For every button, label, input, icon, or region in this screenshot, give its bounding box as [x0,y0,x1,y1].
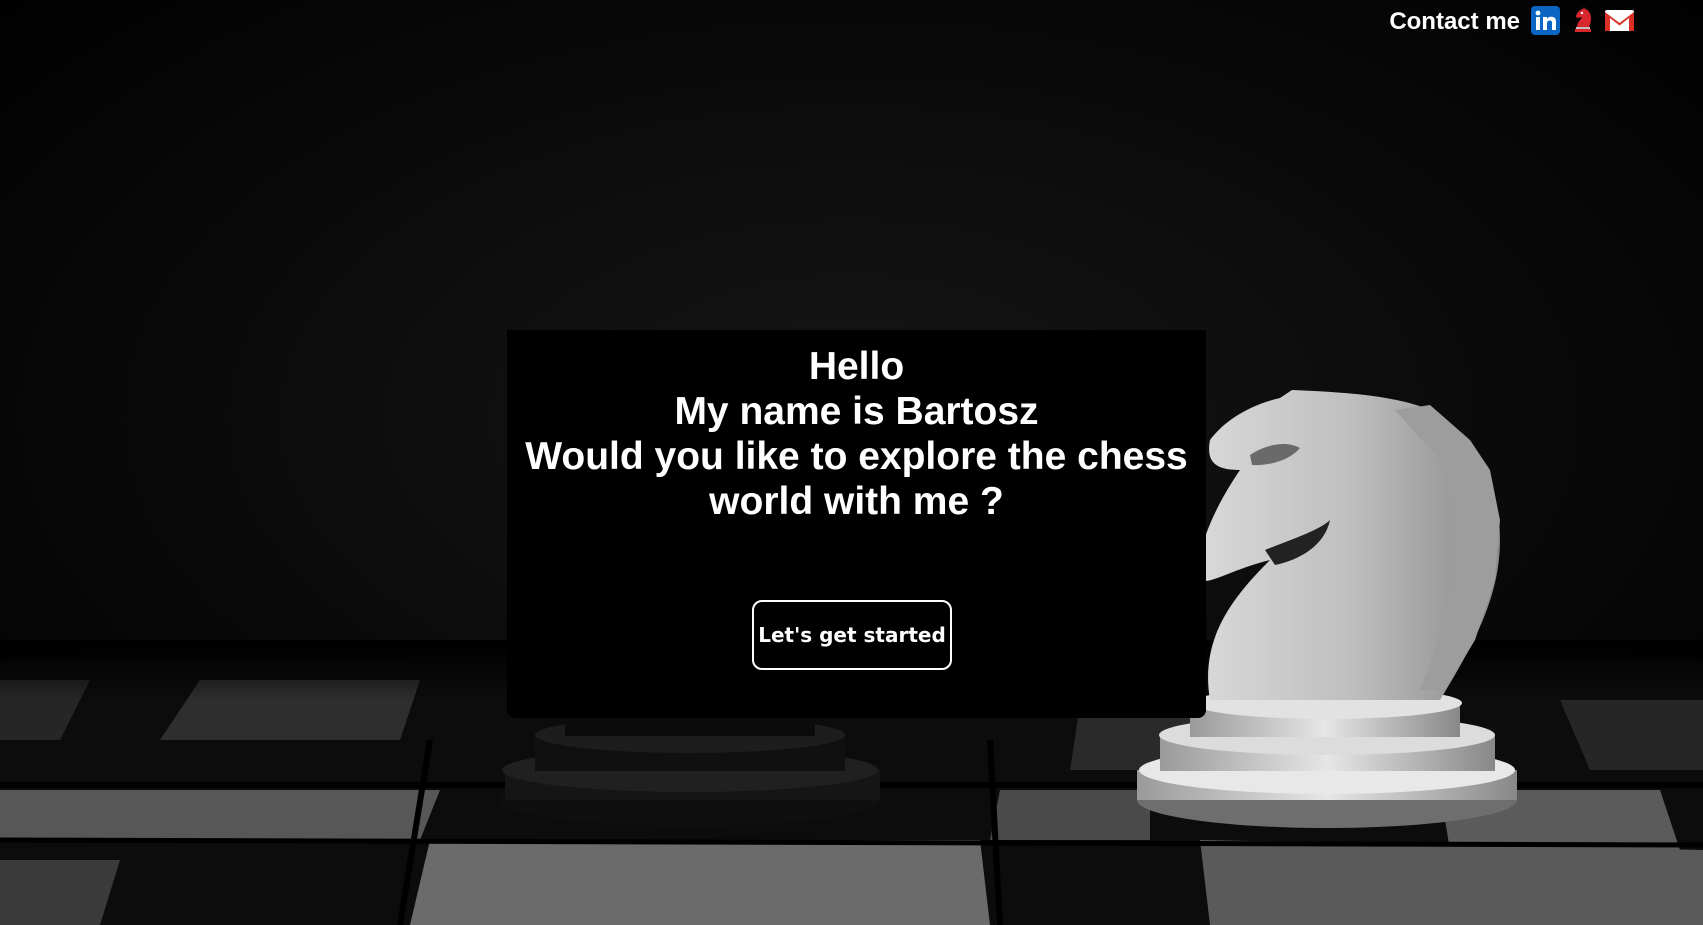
linkedin-link[interactable] [1530,5,1561,36]
gmail-link[interactable] [1604,5,1635,36]
hero-question-line1: Would you like to explore the chess [525,435,1188,478]
get-started-button[interactable]: Let's get started [752,600,952,670]
hero-heading: Hello My name is Bartosz Would you like … [507,344,1206,524]
hero-name: My name is Bartosz [674,390,1039,433]
chess-profile-link[interactable] [1567,5,1598,36]
hero-question-line2: world with me ? [709,480,1004,523]
black-piece-base [500,710,880,826]
hero-greeting: Hello [808,345,905,388]
hero-panel: Hello My name is Bartosz Would you like … [507,330,1206,718]
contact-label: Contact me [1389,8,1520,35]
contact-bar: Contact me [1389,0,1635,40]
linkedin-icon [1531,5,1560,35]
chess-knight-icon [1575,6,1591,32]
gmail-icon [1605,9,1634,31]
